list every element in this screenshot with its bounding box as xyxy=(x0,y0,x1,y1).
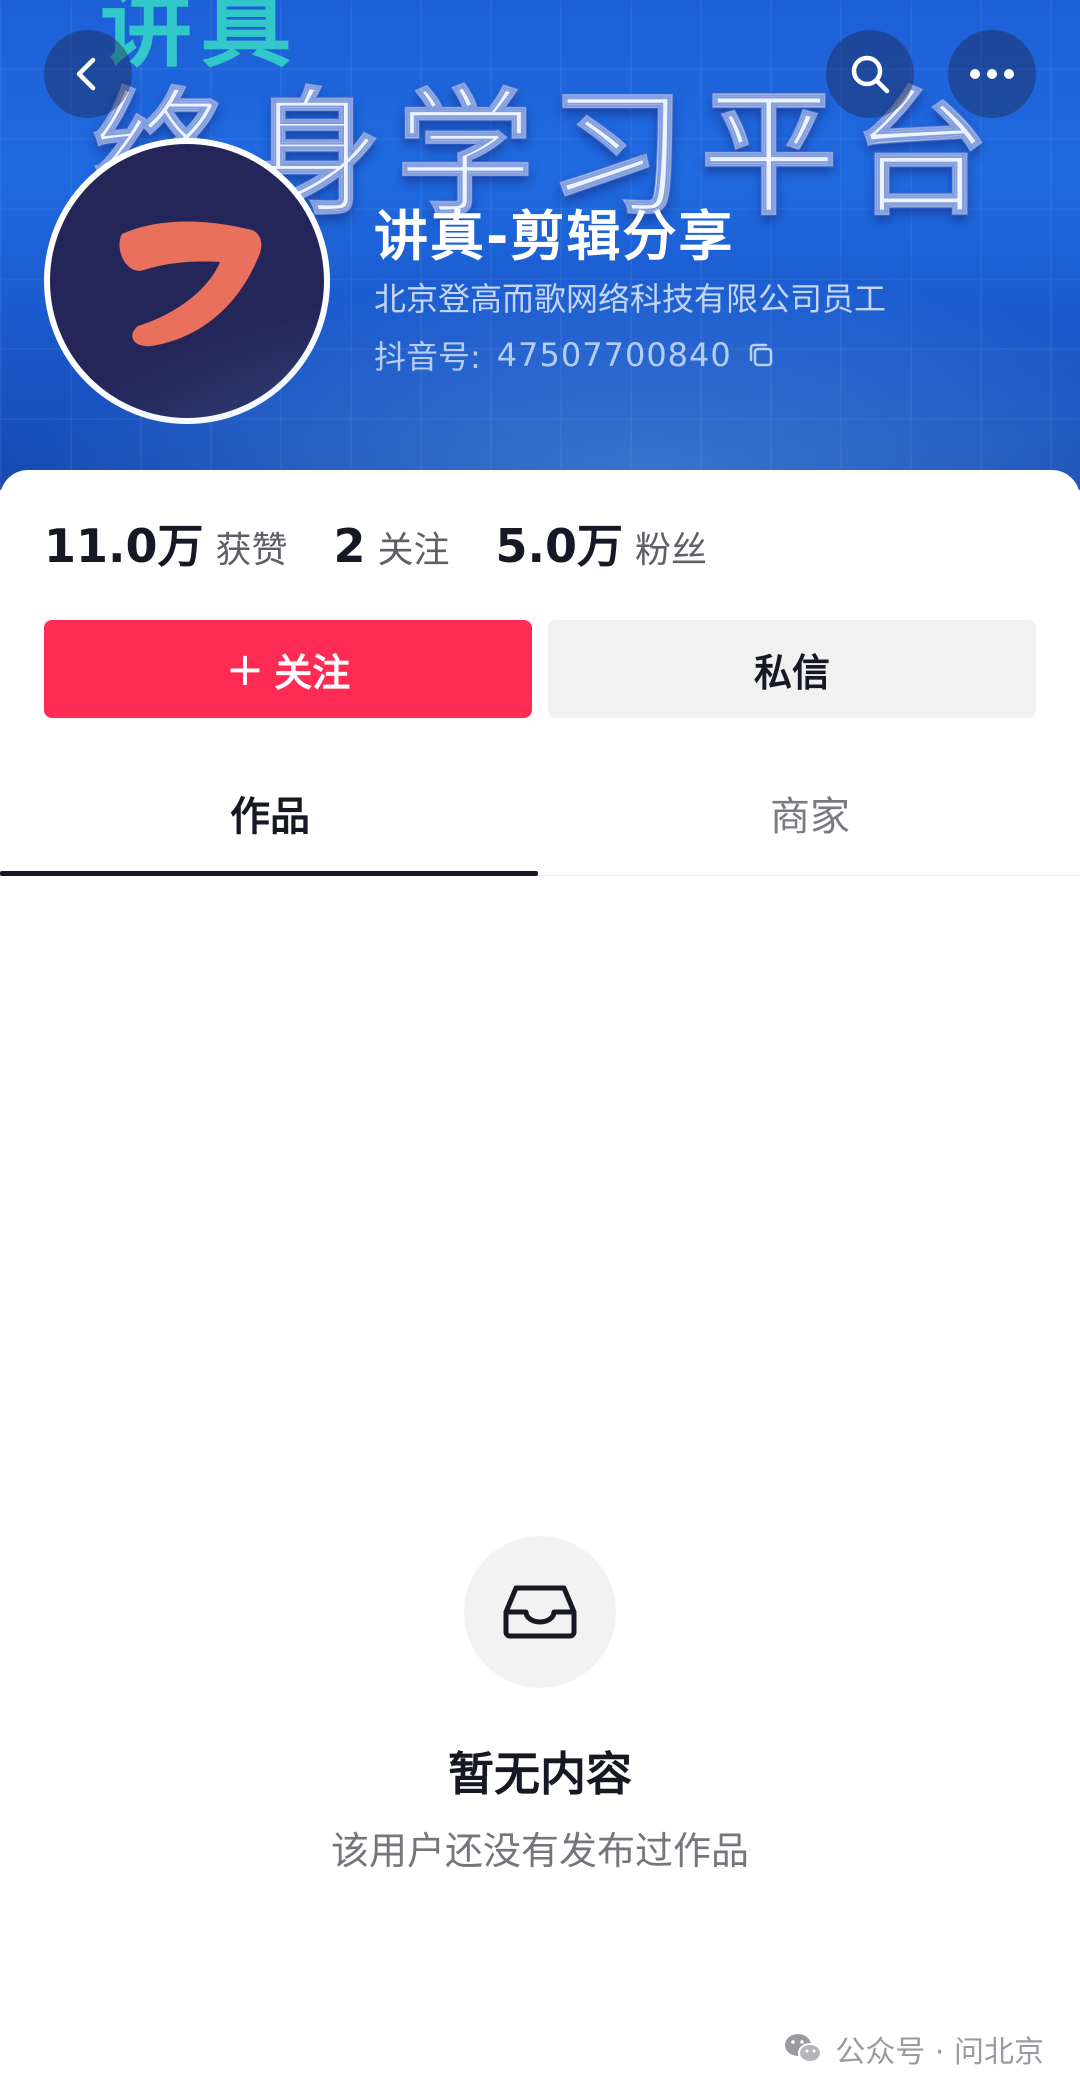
stat-following-label: 关注 xyxy=(377,530,450,571)
plus-icon: + xyxy=(225,642,265,696)
watermark-text: 公众号 · 问北京 xyxy=(835,2035,1044,2070)
chevron-left-icon xyxy=(76,57,96,91)
more-button[interactable] xyxy=(948,30,1036,118)
copy-icon[interactable] xyxy=(746,340,776,370)
empty-state-description: 该用户还没有发布过作品 xyxy=(330,1829,749,1873)
douyin-id-value: 47507700840 xyxy=(496,336,732,374)
profile-banner: 讲真 终身学习平台 讲真-剪辑分享 北京登高而歌网络科技有限公司员工 抖音号: … xyxy=(0,0,1080,490)
brand-logo-icon xyxy=(119,221,262,347)
follow-button[interactable]: + 关注 xyxy=(44,620,532,718)
tab-shop-label: 商家 xyxy=(770,794,850,840)
empty-state-title: 暂无内容 xyxy=(448,1747,632,1801)
douyin-id-row[interactable]: 抖音号: 47507700840 xyxy=(374,332,776,378)
avatar[interactable] xyxy=(44,138,330,424)
search-icon xyxy=(851,55,890,94)
inbox-tray-icon xyxy=(503,1585,577,1639)
stat-likes-value: 11.0万 xyxy=(44,519,204,573)
stat-followers[interactable]: 5.0万 粉丝 xyxy=(496,510,708,576)
message-button-label: 私信 xyxy=(753,650,830,695)
tab-shop[interactable]: 商家 xyxy=(540,750,1080,876)
message-button[interactable]: 私信 xyxy=(548,620,1036,718)
stat-followers-label: 粉丝 xyxy=(635,530,708,571)
tab-works-label: 作品 xyxy=(230,794,310,840)
follow-button-label: 关注 xyxy=(274,650,351,695)
stat-likes-label: 获赞 xyxy=(215,530,288,571)
stat-following[interactable]: 2 关注 xyxy=(334,519,450,573)
profile-card: 11.0万 获赞 2 关注 5.0万 粉丝 + 关注 私信 作品 商家 暂无内容 xyxy=(0,470,1080,2097)
watermark: 公众号 · 问北京 xyxy=(783,2027,1044,2071)
verification-text: 北京登高而歌网络科技有限公司员工 xyxy=(374,280,887,318)
content-tabs: 作品 商家 xyxy=(0,750,1080,876)
more-dots-icon xyxy=(970,69,1014,79)
search-button[interactable] xyxy=(826,30,914,118)
tab-works[interactable]: 作品 xyxy=(0,750,540,876)
stat-likes: 11.0万 获赞 xyxy=(44,510,288,576)
active-tab-indicator xyxy=(0,871,538,876)
empty-state-icon-wrap xyxy=(464,1536,616,1688)
stat-following-value: 2 xyxy=(333,519,366,573)
back-button[interactable] xyxy=(44,30,132,118)
stats-row: 11.0万 获赞 2 关注 5.0万 粉丝 xyxy=(44,510,753,576)
douyin-id-label: 抖音号: xyxy=(374,338,481,376)
stat-followers-value: 5.0万 xyxy=(495,519,624,573)
nickname: 讲真-剪辑分享 xyxy=(374,205,735,268)
wechat-icon xyxy=(785,2034,823,2063)
